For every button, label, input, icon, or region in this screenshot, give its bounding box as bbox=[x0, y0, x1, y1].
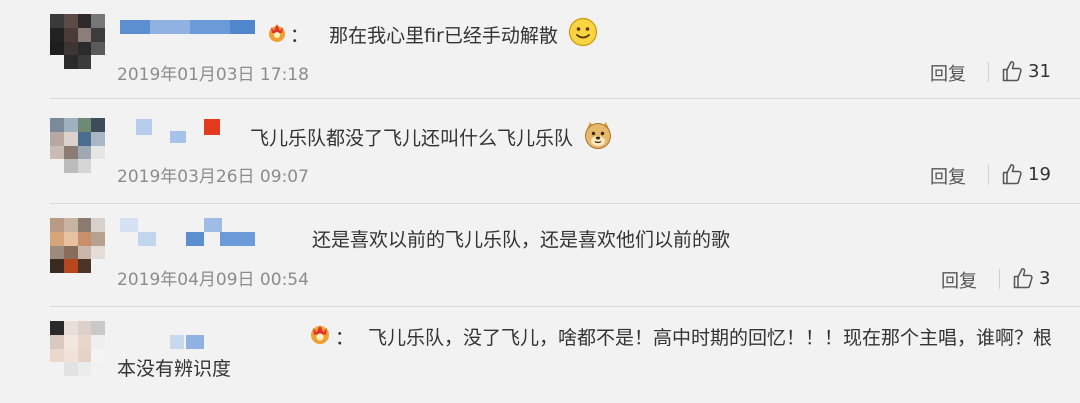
reply-button[interactable]: 回复 bbox=[930, 60, 966, 86]
comment-date: 2019年03月26日 09:07 bbox=[117, 167, 309, 187]
comment-date: 2019年04月09日 00:54 bbox=[117, 270, 309, 290]
comment-item: 飞儿乐队都没了飞儿还叫什么飞儿乐队 2019年03月26日 09:07 回复 1… bbox=[0, 99, 1080, 203]
thumbs-up-icon bbox=[1013, 268, 1033, 289]
comment-body: 还是喜欢以前的飞儿乐队，还是喜欢他们以前的歌 bbox=[312, 229, 731, 251]
username-blurred[interactable] bbox=[120, 218, 255, 246]
like-count: 19 bbox=[1028, 163, 1051, 185]
comment-date: 2019年01月03日 17:18 bbox=[117, 65, 309, 85]
comment-item: ：飞儿乐队，没了飞儿，啥都不是！高中时期的回忆！！！现在那个主唱，谁啊？根本没有… bbox=[0, 307, 1080, 403]
comment-text: ：飞儿乐队，没了飞儿，啥都不是！高中时期的回忆！！！现在那个主唱，谁啊？根本没有… bbox=[117, 323, 1062, 384]
crown-badge-icon bbox=[268, 21, 286, 51]
action-divider bbox=[988, 62, 989, 82]
thumbs-up-icon bbox=[1002, 61, 1022, 82]
like-count: 31 bbox=[1028, 60, 1051, 82]
like-button[interactable]: 31 bbox=[1002, 60, 1051, 82]
like-button[interactable]: 19 bbox=[1002, 163, 1051, 185]
avatar[interactable] bbox=[50, 118, 105, 173]
comment-item: 还是喜欢以前的飞儿乐队，还是喜欢他们以前的歌 2019年04月09日 00:54… bbox=[0, 204, 1080, 306]
comment-text: 还是喜欢以前的飞儿乐队，还是喜欢他们以前的歌 bbox=[312, 226, 730, 254]
action-divider bbox=[999, 269, 1000, 289]
reply-button[interactable]: 回复 bbox=[941, 267, 977, 293]
comment-text: ： 那在我心里fir已经手动解散 bbox=[268, 17, 598, 55]
crown-badge-icon bbox=[213, 323, 331, 354]
avatar[interactable] bbox=[50, 321, 105, 376]
avatar[interactable] bbox=[50, 14, 105, 69]
thumbs-up-icon bbox=[1002, 164, 1022, 185]
comment-body: 飞儿乐队都没了飞儿还叫什么飞儿乐队 bbox=[250, 127, 574, 150]
username-blurred[interactable] bbox=[120, 20, 255, 40]
doge-emoji bbox=[583, 120, 613, 158]
comment-colon: ： bbox=[290, 24, 310, 47]
comment-body: 那在我心里fir已经手动解散 bbox=[329, 24, 558, 47]
comment-colon: ： bbox=[335, 327, 355, 349]
comment-text: 飞儿乐队都没了飞儿还叫什么飞儿乐队 bbox=[250, 120, 613, 158]
avatar[interactable] bbox=[50, 218, 105, 273]
username-blurred[interactable] bbox=[136, 119, 226, 143]
action-divider bbox=[988, 165, 989, 185]
like-count: 3 bbox=[1039, 267, 1051, 289]
smile-emoji bbox=[568, 17, 598, 55]
reply-button[interactable]: 回复 bbox=[930, 163, 966, 189]
like-button[interactable]: 3 bbox=[1013, 267, 1050, 289]
comment-item: ： 那在我心里fir已经手动解散 2019年01月03日 17:18 回复 31 bbox=[0, 0, 1080, 98]
